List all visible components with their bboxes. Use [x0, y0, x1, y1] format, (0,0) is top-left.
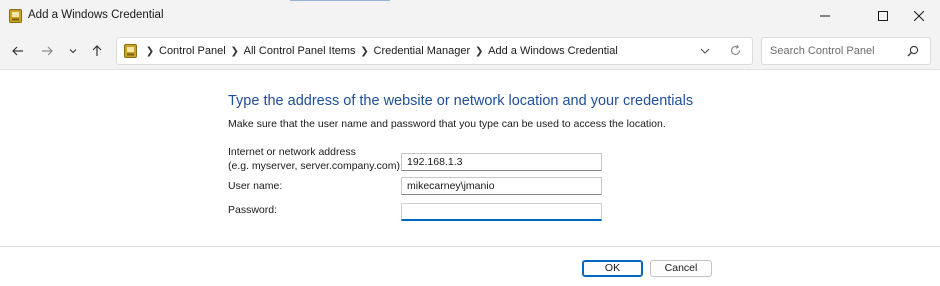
close-button[interactable] — [896, 0, 940, 32]
page-title: Type the address of the website or netwo… — [228, 93, 694, 109]
username-field[interactable]: mikecarney\jmanio — [401, 177, 602, 195]
address-label-line1: Internet or network address — [228, 146, 356, 158]
up-button[interactable] — [87, 41, 107, 61]
address-bar[interactable]: ❯ Control Panel ❯ All Control Panel Item… — [116, 37, 753, 65]
search-input[interactable]: Search Control Panel — [761, 37, 931, 65]
search-placeholder: Search Control Panel — [770, 45, 875, 57]
breadcrumb: ❯ Control Panel ❯ All Control Panel Item… — [141, 38, 618, 64]
maximize-icon — [878, 11, 888, 21]
breadcrumb-credential-manager[interactable]: Credential Manager — [374, 45, 471, 57]
footer-divider — [0, 246, 940, 247]
chevron-right-icon[interactable]: ❯ — [226, 46, 244, 57]
breadcrumb-control-panel[interactable]: Control Panel — [159, 45, 226, 57]
recent-locations-button[interactable] — [63, 41, 83, 61]
back-button[interactable] — [8, 41, 28, 61]
control-panel-icon — [124, 44, 137, 58]
close-icon — [914, 11, 924, 21]
chevron-down-icon[interactable] — [699, 45, 711, 57]
page-description: Make sure that the user name and passwor… — [228, 118, 666, 130]
minimize-button[interactable] — [802, 0, 848, 32]
control-panel-icon — [9, 9, 22, 23]
navigation-bar: ❯ Control Panel ❯ All Control Panel Item… — [0, 32, 940, 70]
ok-button[interactable]: OK — [582, 260, 643, 277]
password-field[interactable] — [401, 203, 602, 221]
refresh-icon[interactable] — [729, 44, 742, 57]
recent-dropdown-icon — [69, 49, 77, 54]
address-field[interactable]: 192.168.1.3 — [401, 153, 602, 171]
chevron-right-icon[interactable]: ❯ — [356, 46, 374, 57]
username-label: User name: — [228, 180, 283, 192]
breadcrumb-add-credential[interactable]: Add a Windows Credential — [488, 45, 618, 57]
back-arrow-icon — [12, 46, 23, 56]
password-label: Password: — [228, 204, 278, 216]
chevron-right-icon[interactable]: ❯ — [470, 46, 488, 57]
window-title: Add a Windows Credential — [28, 9, 164, 21]
minimize-icon — [820, 15, 830, 17]
forward-arrow-icon — [42, 46, 53, 56]
credential-form: Type the address of the website or netwo… — [0, 71, 940, 286]
window-edge-highlight — [290, 0, 390, 1]
title-bar: Add a Windows Credential — [0, 0, 940, 32]
up-arrow-icon — [92, 45, 102, 56]
cancel-button[interactable]: Cancel — [650, 260, 712, 277]
breadcrumb-all-items[interactable]: All Control Panel Items — [244, 45, 356, 57]
search-icon[interactable] — [907, 45, 919, 57]
address-label-line2: (e.g. myserver, server.company.com): — [228, 160, 403, 172]
chevron-right-icon[interactable]: ❯ — [141, 46, 159, 57]
forward-button[interactable] — [37, 41, 57, 61]
